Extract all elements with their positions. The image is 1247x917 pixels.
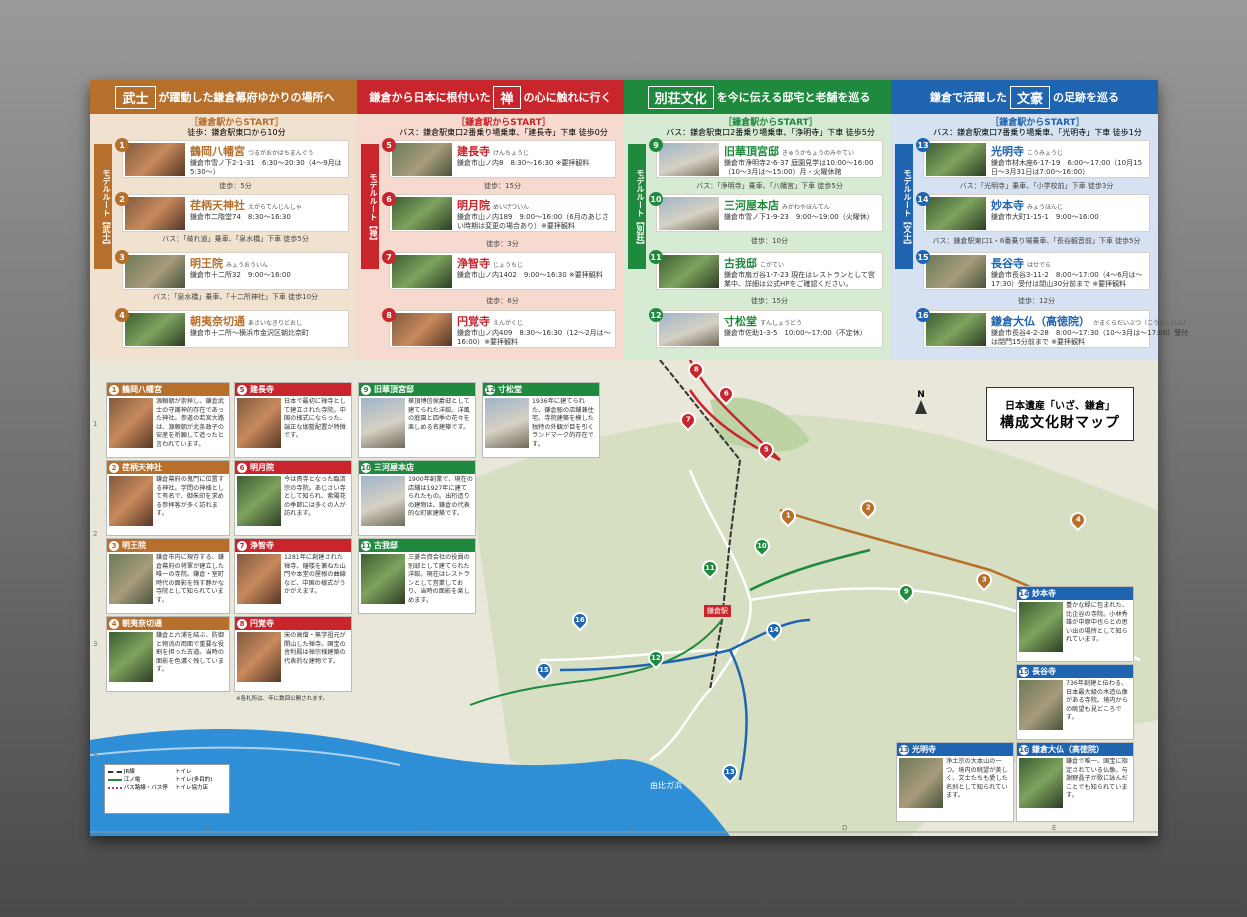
route-header-villa: 別荘文化 を今に伝える邸宅と老舗を巡る — [624, 80, 891, 114]
north-icon: N — [910, 390, 932, 418]
info-card-10: 10 三河屋本店 1900年創業で、現在の店舗は1927年に建てられたもの。出桁造り… — [358, 460, 476, 536]
walk-note: 徒歩：15分 — [484, 182, 521, 190]
walk-note: バス：「岐れ道」乗車、「泉水橋」下車 徒歩5分 — [162, 235, 309, 243]
info-card-1: 1 鶴岡八幡宮 源頼朝が崇拝し、鎌倉武士の守護神的存在であった神社。参道の若宮大路は… — [106, 382, 230, 458]
info-card-9: 9 旧華頂宮邸 華頂博信侯爵邸として建てられた洋館。洋風の庭園と四季の花々を楽しめる… — [358, 382, 476, 458]
info-card-16: 16 鎌倉大仏（高徳院） 鎌倉で唯一、国宝に指定されている仏像。与謝野晶子が歌に詠ん… — [1016, 742, 1134, 822]
route-tab-label: モデルルート【文士】 — [895, 144, 913, 269]
walk-note: バス：「浄明寺」乗車、「八幡宮」下車 徒歩5分 — [696, 182, 843, 190]
info-card-3: 3 明王院 鎌倉市内に現存する、鎌倉幕府の将軍が建立した唯一の寺院。鎌倉・室町時代の… — [106, 538, 230, 614]
start-note: ［鎌倉駅からSTART］ 徒歩：鎌倉駅東口から10分 — [187, 118, 286, 137]
grid-col-label: C — [630, 824, 635, 832]
stop-card[interactable]: 11 古我邸 こがてい 鎌倉市扇ガ谷1-7-23 現在はレストランとして営業中、詳細は… — [649, 250, 883, 290]
stop-card[interactable]: 5 建長寺 けんちょうじ 鎌倉市山ノ内8 8:30〜16:30 ※要拝観料 — [382, 138, 616, 178]
start-note: ［鎌倉駅からSTART］ バス：鎌倉駅東口7番乗り場乗車、「光明寺」下車 徒歩1分 — [933, 118, 1142, 137]
start-note: ［鎌倉駅からSTART］ バス：鎌倉駅東口2番乗り場乗車、「浄明寺」下車 徒歩5分 — [666, 118, 875, 137]
info-card-8: 8 円覚寺 宋の高僧・無学祖元が開山した禅寺。国宝の舎利殿は禅宗様建築の代表的な建物… — [234, 616, 352, 692]
walk-note: 徒歩：15分 — [751, 297, 788, 305]
info-card-11: 11 古我邸 三菱合資会社の役員の別邸として建てられた洋館。現在はレストランとして営… — [358, 538, 476, 614]
walk-note: 徒歩：10分 — [751, 237, 788, 245]
stop-card[interactable]: 14 妙本寺 みょうほんじ 鎌倉市大町1-15-1 9:00〜16:00 — [916, 192, 1150, 232]
stop-card[interactable]: 16 鎌倉大仏（高徳院） かまくらだいぶつ（こうとくいん） 鎌倉市長谷4-2-28 8… — [916, 308, 1189, 348]
route-header-writers: 鎌倉で活躍した 文豪 の足跡を巡る — [891, 80, 1158, 114]
map-legend: JR線 江ノ電 バス路線・バス停 トイレ トイレ(多目的) トイレ協力店 — [104, 764, 230, 814]
route-header-bushi: 武士 が躍動した鎌倉幕府ゆかりの場所へ — [90, 80, 357, 114]
stop-card[interactable]: 15 長谷寺 はせでら 鎌倉市長谷3-11-2 8:00〜17:00（4〜6月は〜17… — [916, 250, 1150, 290]
sea-label: 由比ガ浜 — [650, 781, 682, 790]
route-panel-villa: モデルルート【別荘】 ［鎌倉駅からSTART］ バス：鎌倉駅東口2番乗り場乗車、「… — [624, 114, 891, 360]
start-note: ［鎌倉駅からSTART］ バス：鎌倉駅東口2番乗り場乗車、「建長寺」下車 徒歩0分 — [399, 118, 608, 137]
stop-card[interactable]: 10 三河屋本店 みかわやほんてん 鎌倉市雪ノ下1-9-23 9:00〜19:00（火… — [649, 192, 883, 232]
info-card-5: 5 建長寺 日本で最初に禅寺として建立された寺院。中国の様式にならった、端正な伽藍配… — [234, 382, 352, 458]
info-card-4: 4 朝夷奈切通 鎌倉と六浦を結ぶ、防御と物流の両面で重要な役割を担った古道。当時の面… — [106, 616, 230, 692]
stop-card[interactable]: 3 明王院 みょうおういん 鎌倉市十二所32 9:00〜16:00 — [115, 250, 349, 290]
stop-card[interactable]: 12 寸松堂 すんしょうどう 鎌倉市佐助1-3-5 10:00〜17:00（不定休） — [649, 308, 883, 348]
stop-card[interactable]: 6 明月院 めいげついん 鎌倉市山ノ内189 9:00〜16:00（6月のあじさい時期… — [382, 192, 616, 232]
route-tab-label: モデルルート【禅】 — [361, 144, 379, 269]
walk-note: 徒歩：12分 — [1018, 297, 1055, 305]
info-card-14: 14 妙本寺 豊かな緑に包まれた、比企谷の寺院。小林秀雄が中原中也らとの思い出の場所… — [1016, 586, 1134, 662]
info-card-2: 2 荏柄天神社 鎌倉幕府の鬼門に位置する神社。学問の神様として有名で、御朱印を求める… — [106, 460, 230, 536]
footnote: ※各札所は、年に数回公開されます。 — [236, 696, 329, 702]
info-card-13: 13 光明寺 浄土宗の大本山の一つ。境内の眺望が美しく、文士たちも愛した名刹として知… — [896, 742, 1014, 822]
stop-card[interactable]: 8 円覚寺 えんがくじ 鎌倉市山ノ内409 8:30〜16:30（12〜2月は〜16:… — [382, 308, 616, 348]
map-area[interactable]: 日本遺産「いざ、鎌倉」 構成文化財マップ N 1 2 3 4 A B C D E… — [90, 360, 1158, 836]
map-sheet: 武士 が躍動した鎌倉幕府ゆかりの場所へ 鎌倉から日本に根付いた禅の心に触れに行く … — [90, 80, 1189, 836]
stop-card[interactable]: 7 浄智寺 じょうちじ 鎌倉市山ノ内1402 9:00〜16:30 ※要拝観料 — [382, 250, 616, 290]
grid-row-label: 1 — [93, 420, 98, 428]
route-tab-label: モデルルート【別荘】 — [628, 144, 646, 269]
walk-note: 徒歩：6分 — [486, 297, 519, 305]
station-marker[interactable]: 鎌倉駅 — [704, 605, 731, 617]
stop-card[interactable]: 2 荏柄天神社 えがらてんじんしゃ 鎌倉市二階堂74 8:30〜16:30 — [115, 192, 349, 232]
grid-col-label: A — [205, 824, 210, 832]
stop-card[interactable]: 4 朝夷奈切通 あさいなきりどおし 鎌倉市十二所〜横浜市金沢区朝比奈町 — [115, 308, 349, 348]
grid-row-label: 3 — [93, 640, 98, 648]
grid-row-label: 4 — [93, 750, 98, 758]
info-card-15: 15 長谷寺 736年創建と伝わる、日本最大級の木造仏像がある寺院。境内からの眺望も… — [1016, 664, 1134, 740]
grid-row-label: 2 — [93, 530, 98, 538]
walk-note: バス：「泉水橋」乗車、「十二所神社」下車 徒歩10分 — [152, 293, 319, 301]
grid-col-label: E — [1052, 824, 1057, 832]
info-card-7: 7 浄智寺 1281年に創建された禅寺。鐘楼を兼ねた山門や本堂の屋根の曲線など、中国… — [234, 538, 352, 614]
stop-card[interactable]: 1 鶴岡八幡宮 つるがおかはちまんぐう 鎌倉市雪ノ下2-1-31 6:30〜20:30… — [115, 138, 349, 178]
walk-note: バス：「光明寺」乗車、「小学校前」下車 徒歩3分 — [959, 182, 1114, 190]
route-tab-label: モデルルート【武士】 — [94, 144, 112, 269]
walk-note: バス：鎌倉駅東口1・6番乗り場乗車、「長谷観音前」下車 徒歩5分 — [932, 237, 1141, 245]
walk-note: 徒歩：5分 — [219, 182, 252, 190]
route-panel-zen: モデルルート【禅】 ［鎌倉駅からSTART］ バス：鎌倉駅東口2番乗り場乗車、「建… — [357, 114, 624, 360]
route-panel-bushi: モデルルート【武士】 ［鎌倉駅からSTART］ 徒歩：鎌倉駅東口から10分 1 鶴岡… — [90, 114, 357, 360]
info-card-6: 6 明月院 今は貴寺となった臨済宗の寺院。あじさい寺として知られ、紫陽花の季節には多… — [234, 460, 352, 536]
map-title: 日本遺産「いざ、鎌倉」 構成文化財マップ — [986, 387, 1134, 441]
info-card-12: 12 寸松堂 1936年に建てられた、鎌倉彫の店舗兼住宅。寺院建築を模した独特の外観… — [482, 382, 600, 458]
walk-note: 徒歩：3分 — [486, 240, 519, 248]
grid-col-label: D — [842, 824, 848, 832]
stop-card[interactable]: 9 旧華頂宮邸 きゅうかちょうのみやてい 鎌倉市浄明寺2-6-37 庭園見学は10:0… — [649, 138, 883, 178]
route-panel-writers: モデルルート【文士】 ［鎌倉駅からSTART］ バス：鎌倉駅東口7番乗り場乗車、「… — [891, 114, 1189, 360]
route-header-zen: 鎌倉から日本に根付いた禅の心に触れに行く — [357, 80, 624, 114]
stop-card[interactable]: 13 光明寺 こうみょうじ 鎌倉市材木座6-17-19 6:00〜17:00（10月1… — [916, 138, 1150, 178]
grid-col-label: B — [420, 824, 425, 832]
